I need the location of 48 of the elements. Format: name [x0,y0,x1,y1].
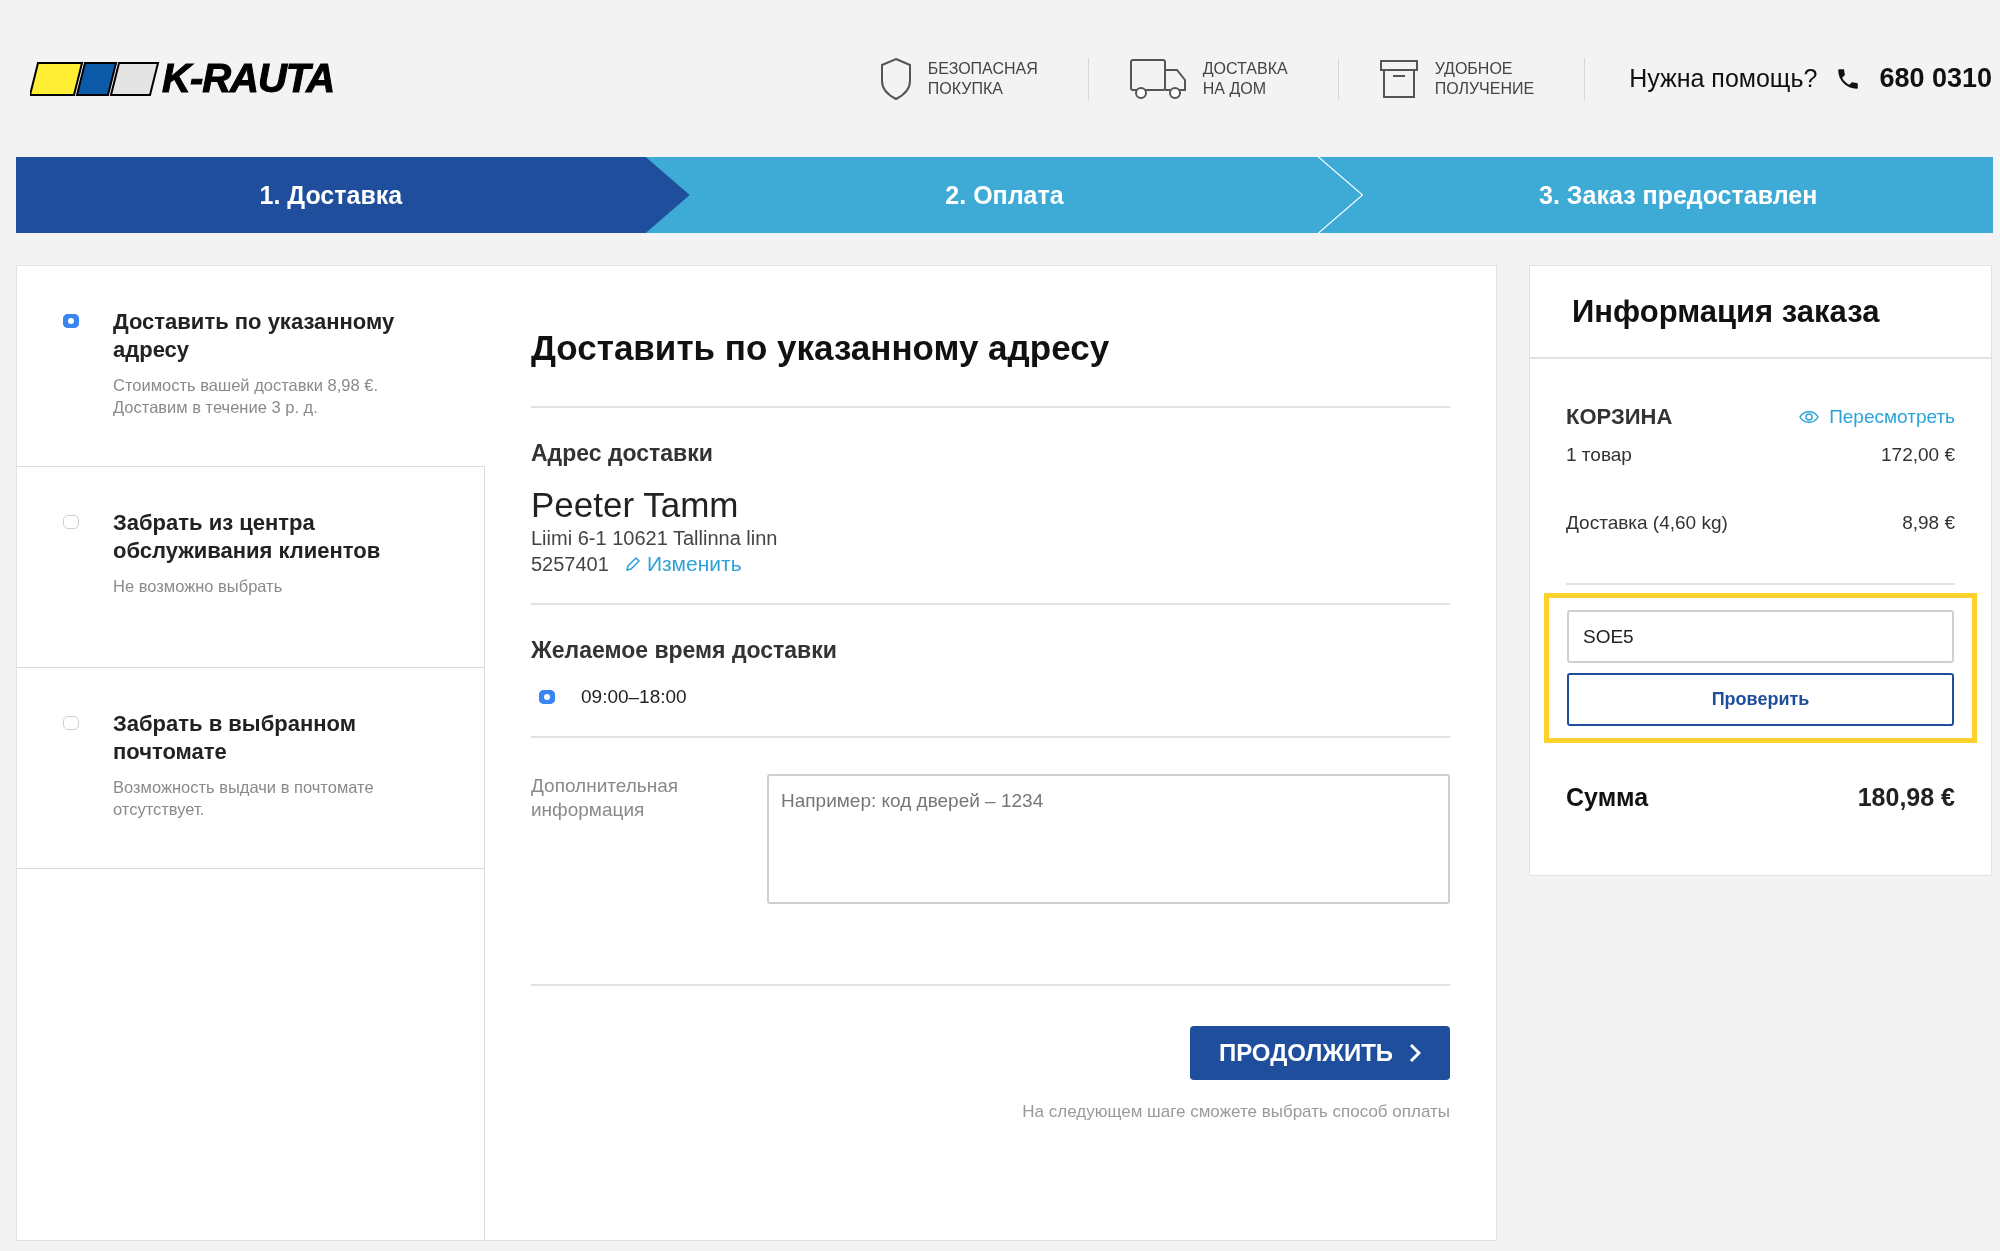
time-title: Желаемое время доставки [531,637,838,664]
delivery-option[interactable]: Забрать в выбранном почтомате Возможность выдачи в почтомате отсутствует. [17,668,485,869]
option-description: Не возможно выбрать [113,576,284,597]
truck-icon [1128,57,1187,100]
panel-title: Информация заказа [1530,266,1991,359]
radio-button[interactable] [63,314,79,328]
option-description: Возможность выдачи в почтомате отсутствует. [113,777,375,820]
option-title: Забрать из центра обслуживания клиентов [113,509,382,565]
phone-number[interactable]: 680 0310 [1879,63,1992,94]
cart-line-value: 8,98 € [1902,512,1955,534]
coupon-field[interactable]: SOE5 [1567,610,1954,663]
hint-text: На следующем шаге сможете выбрать способ оплаты [1022,1102,1450,1122]
notes-label: Дополнительная информация [531,774,680,822]
radio-button[interactable] [63,716,79,730]
help-text: Нужна помощь? [1629,64,1818,93]
logo-stripes-icon [30,60,160,97]
continue-button[interactable]: ПРОДОЛЖИТЬ [1190,1026,1450,1080]
logo-text: K-RAUTA [162,56,335,101]
radio-button[interactable] [63,515,79,529]
notes-field[interactable]: Например: код дверей – 1234 [767,774,1450,904]
shield-icon [879,56,912,101]
recipient-name: Peeter Tamm [531,485,740,525]
logo[interactable]: K-RAUTA [30,56,335,101]
phone-text: 5257401 [531,552,609,577]
cart-line-value: 172,00 € [1881,444,1955,466]
chevron-icon [1409,1043,1422,1063]
cart-title: КОРЗИНА [1566,404,1673,430]
option-title: Доставить по указанному адресу [113,308,396,364]
feature-label: ДОСТАВКА НА ДОМ [1202,58,1288,99]
address-title: Адрес доставки [531,440,714,467]
delivery-option[interactable]: Забрать из центра обслуживания клиентов Не возможно выбрать [17,467,485,668]
street-address: Liimi 6-1 10621 Tallinna linn [531,526,779,551]
cart-line-label: 1 товар [1566,444,1632,466]
eye-icon [1799,410,1820,424]
option-title: Забрать в выбранном почтомате [113,710,357,766]
feature-label: УДОБНОЕ ПОЛУЧЕНИЕ [1434,58,1535,99]
check-button[interactable]: Проверить [1567,673,1954,726]
section-heading: Доставить по указанному адресу [531,327,1111,369]
option-description: Стоимость вашей доставки 8,98 €. Доставим в течение 3 р. д. [113,375,379,418]
time-label: 09:00–18:00 [581,686,687,708]
step-tab[interactable]: 1. Доставка [16,157,690,233]
total-value: 180,98 € [1857,782,1955,812]
feature-label: БЕЗОПАСНАЯ ПОКУПКА [927,58,1038,99]
box-icon [1378,58,1419,99]
pencil-icon [624,556,641,572]
total-label: Сумма [1566,782,1649,812]
radio-button[interactable] [539,690,555,704]
cart-line-label: Доставка (4,60 kg) [1566,512,1728,534]
